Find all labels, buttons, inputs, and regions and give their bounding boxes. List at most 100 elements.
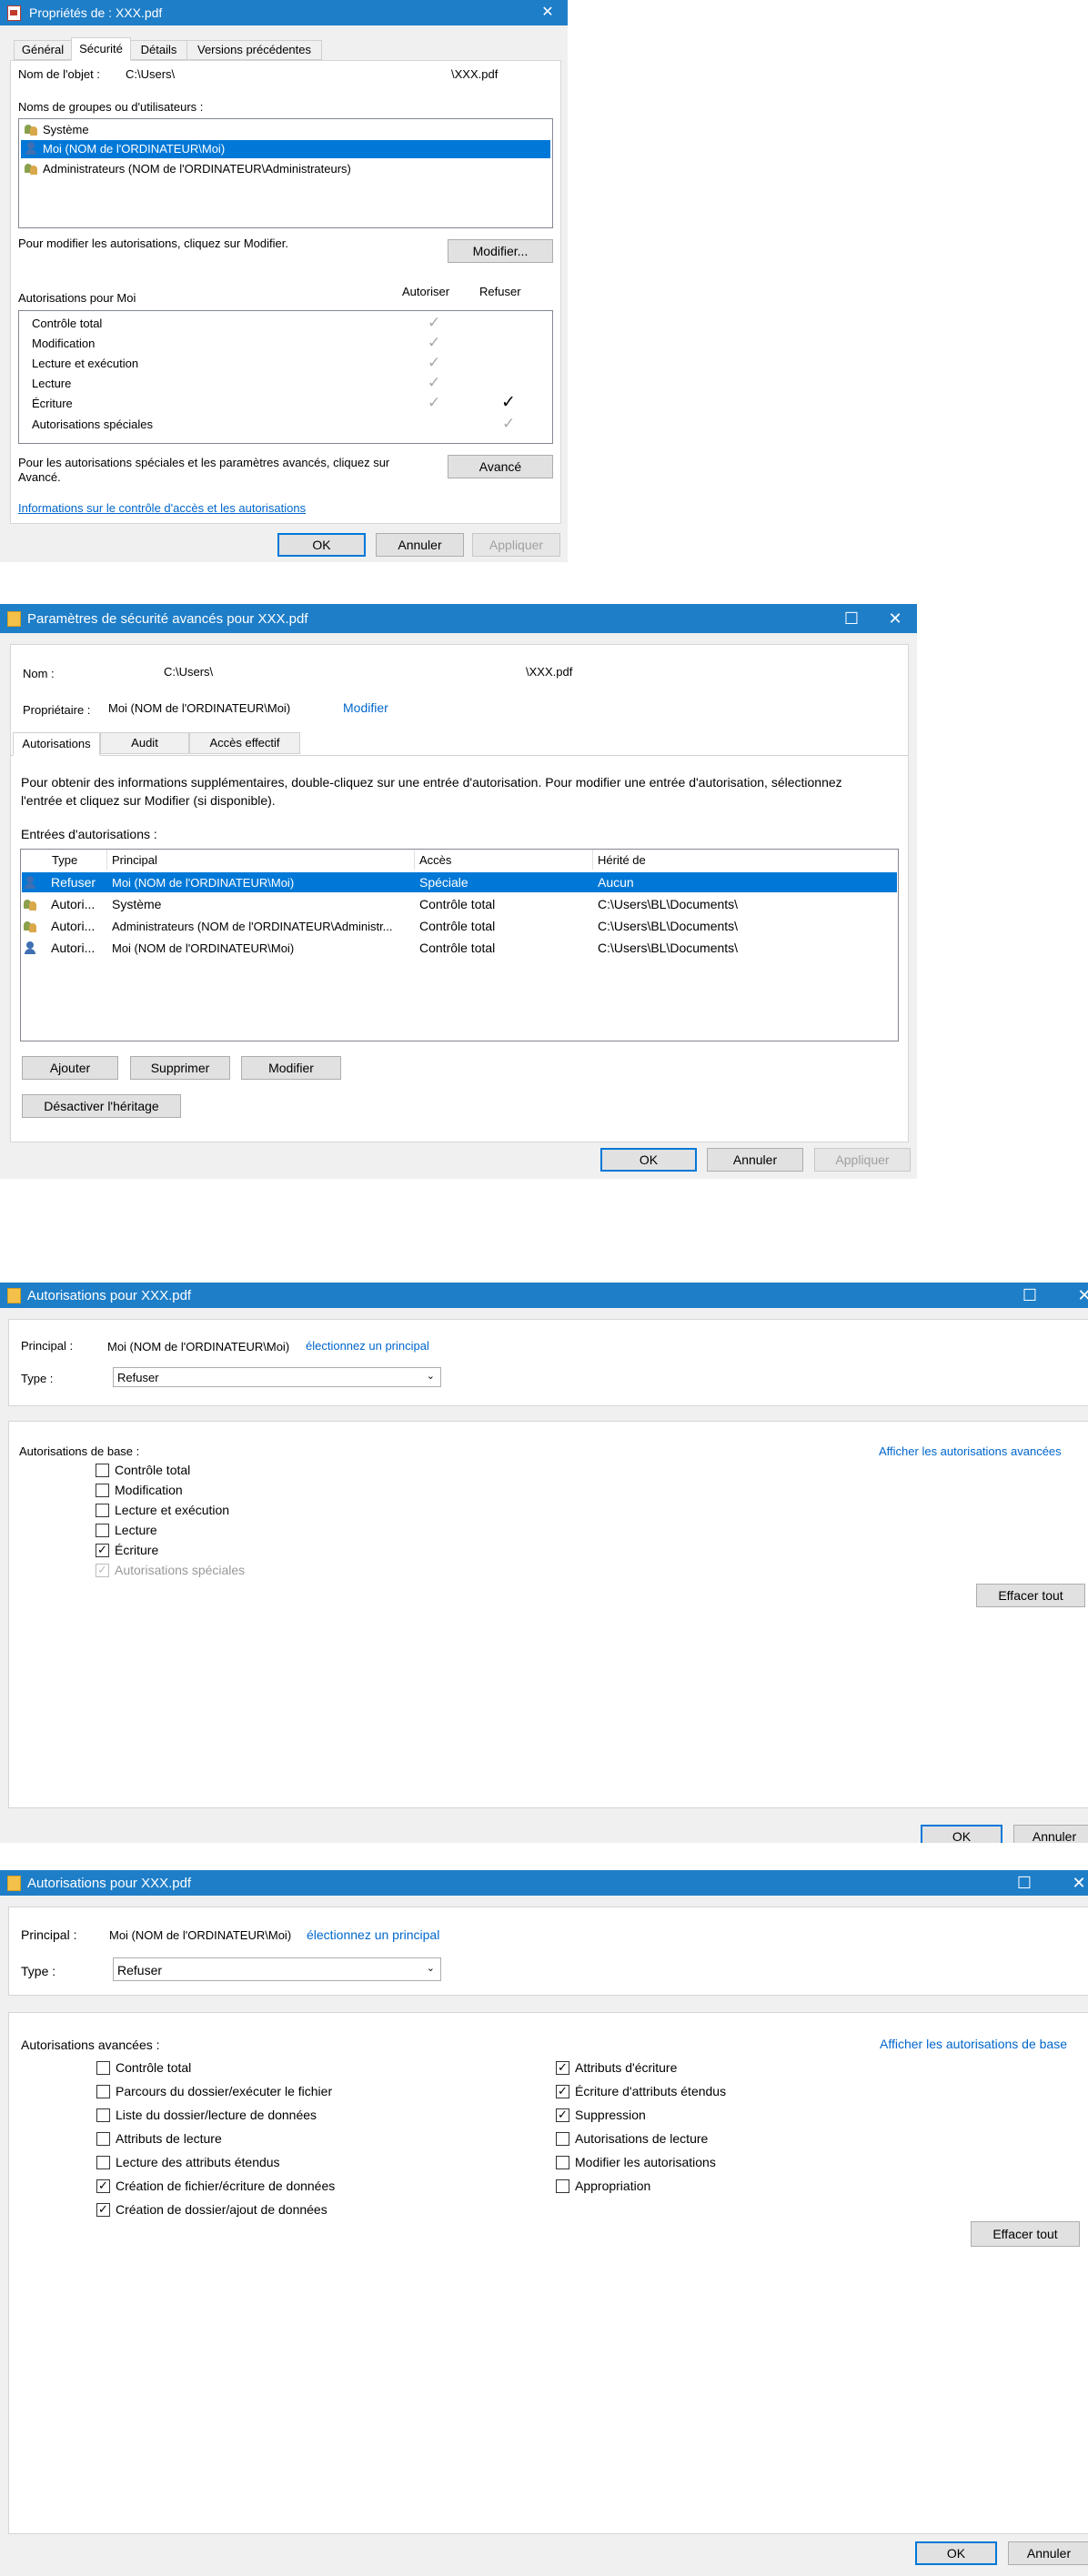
group-item-systeme[interactable]: Système (21, 121, 550, 139)
cell-type: Autori... (51, 919, 96, 933)
permission-checkbox[interactable] (96, 1524, 109, 1537)
groups-list[interactable]: Système Moi (NOM de l'ORDINATEUR\Moi) Ad… (18, 118, 553, 228)
add-button[interactable]: Ajouter (22, 1056, 118, 1080)
close-icon[interactable]: ✕ (1064, 1283, 1088, 1308)
group-item-administrateurs[interactable]: Administrateurs (NOM de l'ORDINATEUR\Adm… (21, 160, 550, 178)
permission-checkbox[interactable] (556, 2156, 569, 2169)
close-icon[interactable]: ✕ (528, 0, 568, 25)
minimize-icon[interactable]: — (786, 604, 826, 633)
tab-versions[interactable]: Versions précédentes (186, 40, 322, 60)
table-header: Type Principal Accès Hérité de (21, 850, 898, 870)
group-icon (24, 898, 36, 911)
permission-checkbox[interactable]: ✓ (556, 2085, 569, 2098)
show-advanced-link[interactable]: Afficher les autorisations avancées (879, 1444, 1062, 1458)
disable-inheritance-button[interactable]: Désactiver l'héritage (22, 1094, 181, 1118)
show-basic-link[interactable]: Afficher les autorisations de base (880, 2037, 1067, 2051)
permission-checkbox[interactable] (96, 2061, 110, 2075)
type-label: Type : (21, 1964, 56, 1978)
tab-autorisations[interactable]: Autorisations (13, 732, 100, 756)
select-principal-link[interactable]: électionnez un principal (307, 1927, 439, 1942)
tab-general[interactable]: Général (14, 40, 72, 60)
column-header-acces[interactable]: Accès (419, 853, 451, 867)
permission-label: Modification (115, 1483, 183, 1497)
maximize-icon[interactable]: ☐ (1004, 1870, 1044, 1896)
advanced-security-dialog: Paramètres de sécurité avancés pour XXX.… (0, 604, 917, 1179)
permission-checkbox[interactable] (96, 2085, 110, 2098)
table-row[interactable]: Autori... Administrateurs (NOM de l'ORDI… (22, 916, 897, 936)
clear-all-button[interactable]: Effacer tout (976, 1584, 1085, 1607)
permission-checkbox[interactable] (556, 2132, 569, 2146)
permission-checkbox[interactable] (96, 1484, 109, 1497)
group-item-moi[interactable]: Moi (NOM de l'ORDINATEUR\Moi) (21, 140, 550, 158)
column-header-principal[interactable]: Principal (112, 853, 157, 867)
close-icon[interactable]: ✕ (875, 604, 915, 633)
permission-checkbox[interactable]: ✓ (96, 2203, 110, 2217)
permission-checkbox[interactable]: ✓ (96, 1564, 109, 1577)
user-icon (25, 142, 37, 155)
cancel-button[interactable]: Annuler (376, 533, 464, 557)
permission-label: Parcours du dossier/exécuter le fichier (116, 2084, 333, 2098)
maximize-icon[interactable]: ☐ (831, 604, 871, 633)
clear-all-button[interactable]: Effacer tout (971, 2221, 1080, 2247)
access-control-info-link[interactable]: Informations sur le contrôle d'accès et … (18, 501, 306, 515)
permission-label: Lecture et exécution (115, 1503, 230, 1517)
ok-button[interactable]: OK (915, 2541, 997, 2565)
permission-checkbox[interactable] (96, 2156, 110, 2169)
permission-checkbox[interactable]: ✓ (556, 2061, 569, 2075)
column-header-herite[interactable]: Hérité de (598, 853, 646, 867)
user-icon (24, 876, 36, 889)
column-separator (106, 850, 107, 870)
advanced-permissions-title: Autorisations pour XXX.pdf (27, 1876, 192, 1891)
apply-button[interactable]: Appliquer (814, 1148, 911, 1172)
cancel-button[interactable]: Annuler (1013, 1825, 1088, 1843)
permissions-for-label: Autorisations pour Moi (18, 291, 136, 305)
column-header-type[interactable]: Type (52, 853, 77, 867)
maximize-icon[interactable]: ☐ (1010, 1283, 1050, 1308)
tab-audit[interactable]: Audit (100, 732, 189, 754)
tab-details[interactable]: Détails (130, 40, 187, 60)
modify-entry-button[interactable]: Modifier (241, 1056, 341, 1080)
basic-permissions-panel: Autorisations de base : Afficher les aut… (8, 1421, 1088, 1808)
type-dropdown[interactable]: Refuser ⌄ (113, 1957, 441, 1981)
permission-checkbox[interactable] (96, 2132, 110, 2146)
owner-modify-link[interactable]: Modifier (343, 700, 388, 715)
ok-button[interactable]: OK (921, 1825, 1002, 1843)
table-row[interactable]: Autori... Système Contrôle total C:\User… (22, 894, 897, 914)
permission-checkbox[interactable] (96, 1504, 109, 1517)
type-label: Type : (21, 1372, 54, 1385)
security-panel: Nom de l'objet : C:\Users\ \XXX.pdf Noms… (10, 60, 561, 524)
name-label: Nom : (23, 667, 55, 680)
allow-header: Autoriser (402, 285, 450, 298)
permission-checkbox[interactable] (96, 1464, 109, 1477)
basic-permissions-title: Autorisations pour XXX.pdf (27, 1288, 192, 1303)
ok-button[interactable]: OK (600, 1148, 697, 1172)
type-dropdown[interactable]: Refuser ⌄ (113, 1367, 441, 1387)
select-principal-link[interactable]: électionnez un principal (306, 1339, 429, 1353)
permission-checkbox[interactable] (96, 2108, 110, 2122)
tab-acces-effectif[interactable]: Accès effectif (189, 732, 300, 754)
permission-entries-table[interactable]: Type Principal Accès Hérité de Refuser M… (20, 849, 899, 1041)
advanced-button[interactable]: Avancé (448, 455, 553, 478)
permission-checkbox[interactable]: ✓ (96, 2179, 110, 2193)
tab-securite[interactable]: Sécurité (71, 37, 131, 61)
basic-permissions-dialog: Autorisations pour XXX.pdf ☐ ✕ Principal… (0, 1283, 1088, 1843)
permission-checkbox[interactable]: ✓ (556, 2108, 569, 2122)
table-row[interactable]: Autori... Moi (NOM de l'ORDINATEUR\Moi) … (22, 938, 897, 958)
permission-label: Contrôle total (116, 2060, 192, 2075)
folder-icon (7, 1876, 21, 1891)
cancel-button[interactable]: Annuler (1008, 2541, 1088, 2565)
chevron-down-icon: ⌄ (426, 1371, 435, 1382)
principal-label: Principal : (21, 1339, 74, 1353)
group-icon (25, 123, 37, 136)
remove-button[interactable]: Supprimer (130, 1056, 230, 1080)
apply-button[interactable]: Appliquer (472, 533, 560, 557)
cell-inherited: C:\Users\BL\Documents\ (598, 919, 739, 933)
cancel-button[interactable]: Annuler (707, 1148, 803, 1172)
permission-label: Liste du dossier/lecture de données (116, 2108, 317, 2122)
permission-checkbox[interactable]: ✓ (96, 1544, 109, 1557)
ok-button[interactable]: OK (277, 533, 366, 557)
permission-checkbox[interactable] (556, 2179, 569, 2193)
close-icon[interactable]: ✕ (1059, 1870, 1088, 1896)
modify-button[interactable]: Modifier... (448, 239, 553, 263)
table-row[interactable]: Refuser Moi (NOM de l'ORDINATEUR\Moi) Sp… (22, 872, 897, 892)
